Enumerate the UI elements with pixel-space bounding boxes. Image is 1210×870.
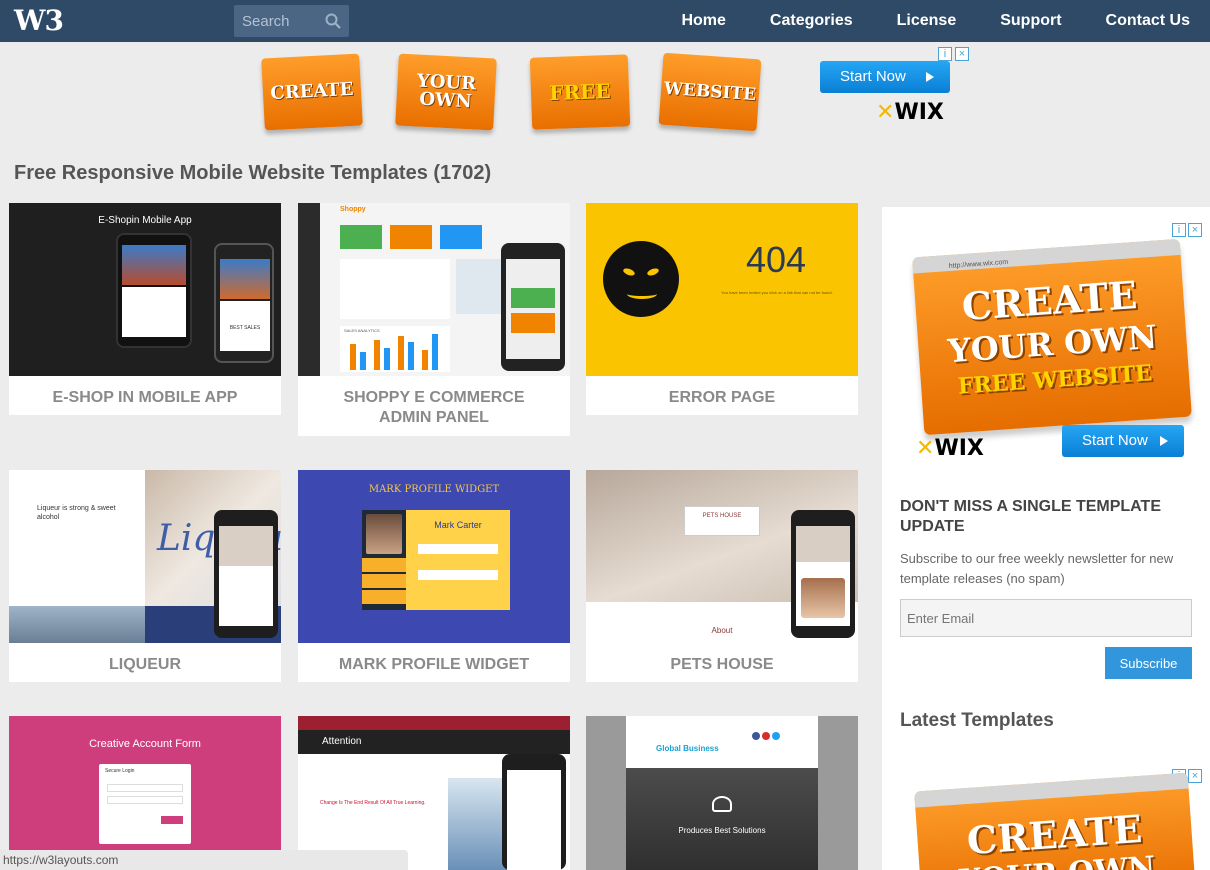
phone-mockup xyxy=(791,510,855,638)
template-thumbnail[interactable]: Attention Change Is The End Result Of Al… xyxy=(298,716,570,870)
nav-contact-us[interactable]: Contact Us xyxy=(1106,0,1190,42)
phone-mockup xyxy=(502,754,566,870)
wix-logo: ✕WIX xyxy=(876,100,944,125)
page-title: Free Responsive Mobile Website Templates… xyxy=(14,162,492,184)
phone-mockup xyxy=(116,233,192,348)
newsletter-heading: DON'T MISS A SINGLE TEMPLATE UPDATE xyxy=(900,498,1161,535)
ad-tile-your-own: YOUR OWN xyxy=(395,53,497,131)
nav-categories[interactable]: Categories xyxy=(770,0,853,42)
status-bar-url: https://w3layouts.com xyxy=(0,850,408,870)
template-thumbnail[interactable]: 404 You have been invited you click on a… xyxy=(586,203,858,376)
template-thumbnail[interactable]: Liqueur is strong & sweet alcohol Liqueu… xyxy=(9,470,281,643)
template-card[interactable]: MARK PROFILE WIDGET Mark Carter MARK PRO… xyxy=(298,470,570,682)
template-title[interactable]: SHOPPY E COMMERCE ADMIN PANEL xyxy=(298,376,570,428)
site-logo[interactable]: W3 xyxy=(14,4,64,37)
template-title[interactable]: ERROR PAGE xyxy=(586,376,858,408)
nav-support[interactable]: Support xyxy=(1000,0,1061,42)
template-thumbnail[interactable]: Global Business Produces Best Solutions xyxy=(586,716,858,870)
template-title[interactable]: E-SHOP IN MOBILE APP xyxy=(9,376,281,408)
ad-start-now-button[interactable]: Start Now xyxy=(820,61,950,93)
template-card[interactable]: 404 You have been invited you click on a… xyxy=(586,203,858,415)
phone-mockup xyxy=(501,243,565,371)
subscribe-button[interactable]: Subscribe xyxy=(1105,647,1192,679)
nav-license[interactable]: License xyxy=(897,0,957,42)
search-box xyxy=(234,5,349,37)
sidebar-ad[interactable]: http://www.wix.com CREATE YOUR OWN FREE … xyxy=(912,232,1202,472)
template-card[interactable]: E-Shopin Mobile App BEST SALES E-SHOP IN… xyxy=(9,203,281,415)
template-title[interactable]: LIQUEUR xyxy=(9,643,281,675)
search-input[interactable] xyxy=(234,5,322,37)
template-thumbnail[interactable]: MARK PROFILE WIDGET Mark Carter xyxy=(298,470,570,643)
template-thumbnail[interactable]: Shoppy SALES ANALYTICS xyxy=(298,203,570,376)
template-thumbnail[interactable]: Creative Account Form Secure Login xyxy=(9,716,281,870)
template-card[interactable]: Attention Change Is The End Result Of Al… xyxy=(298,716,570,870)
phone-mockup: BEST SALES xyxy=(214,243,274,363)
sidebar-ad-2[interactable]: CREATE YOUR OWN xyxy=(914,772,1196,870)
template-card[interactable]: Global Business Produces Best Solutions xyxy=(586,716,858,870)
template-thumbnail[interactable]: E-Shopin Mobile App BEST SALES xyxy=(9,203,281,376)
search-icon[interactable] xyxy=(325,13,341,29)
ad-tile-website: WEBSITE xyxy=(658,52,762,132)
nav-home[interactable]: Home xyxy=(681,0,725,42)
sidebar-ad-start-now-button[interactable]: Start Now xyxy=(1062,425,1184,457)
ad-close-icon[interactable]: × xyxy=(955,47,969,61)
template-title[interactable]: PETS HOUSE xyxy=(586,643,858,675)
wix-logo: ✕WIX xyxy=(916,436,984,461)
top-navbar: W3 Home Categories License Support Conta… xyxy=(0,0,1210,42)
phone-mockup xyxy=(214,510,278,638)
ad-close-icon[interactable]: × xyxy=(1188,769,1202,783)
ad-tile-free: FREE xyxy=(529,54,631,130)
main-nav: Home Categories License Support Contact … xyxy=(637,0,1190,42)
template-card[interactable]: Liqueur is strong & sweet alcohol Liqueu… xyxy=(9,470,281,682)
template-card[interactable]: Creative Account Form Secure Login xyxy=(9,716,281,870)
latest-templates-heading: Latest Templates xyxy=(900,710,1054,731)
template-card[interactable]: Shoppy SALES ANALYTICS SHOPPY E COMMERCE… xyxy=(298,203,570,436)
email-field[interactable] xyxy=(900,599,1192,637)
template-thumbnail[interactable]: PETS HOUSE About xyxy=(586,470,858,643)
ad-browser-graphic: http://www.wix.com CREATE YOUR OWN FREE … xyxy=(912,238,1192,436)
team-icon xyxy=(712,796,732,812)
sidebar: i × http://www.wix.com CREATE YOUR OWN F… xyxy=(882,207,1210,870)
ad-info-icon[interactable]: i xyxy=(938,47,952,61)
newsletter-text: Subscribe to our free weekly newsletter … xyxy=(900,551,1174,586)
template-title[interactable]: MARK PROFILE WIDGET xyxy=(298,643,570,675)
template-card[interactable]: PETS HOUSE About PETS HOUSE xyxy=(586,470,858,682)
top-banner-ad[interactable]: CREATE YOUR OWN FREE WEBSITE xyxy=(255,48,775,136)
ad-tile-create: CREATE xyxy=(261,53,363,131)
smiley-icon xyxy=(603,241,679,317)
